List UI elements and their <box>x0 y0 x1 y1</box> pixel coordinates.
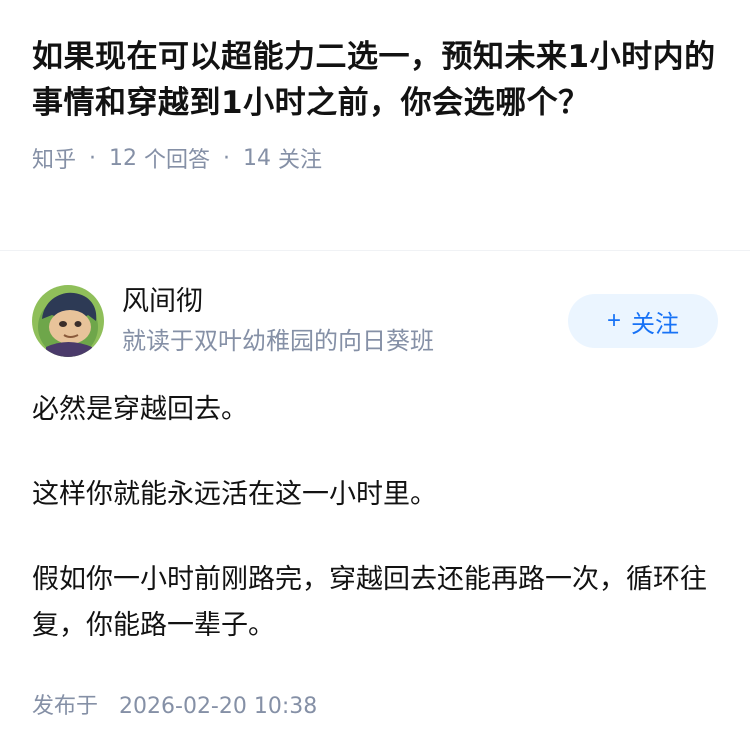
answer-paragraph: 必然是穿越回去。 <box>32 394 248 425</box>
publish-label: 发布于 <box>32 694 99 719</box>
source-label[interactable]: 知乎 <box>32 142 76 174</box>
avatar[interactable] <box>32 285 104 357</box>
meta-separator: · <box>89 145 97 171</box>
answer-card: 风间彻 就读于双叶幼稚园的向日葵班 + 关注 必然是穿越回去。 这样你就能永远活… <box>32 283 718 649</box>
publish-time: 2026-02-20 10:38 <box>119 694 318 719</box>
answer-count: 12 <box>109 145 138 171</box>
publish-info: 发布于 2026-02-20 10:38 <box>32 688 317 720</box>
question-title[interactable]: 如果现在可以超能力二选一，预知未来1小时内的事情和穿越到1小时之前，你会选哪个？ <box>32 34 722 126</box>
answer-paragraph: 假如你一小时前刚路完，穿越回去还能再路一次，循环往复，你能路一辈子。 <box>32 564 707 641</box>
author-name[interactable]: 风间彻 <box>122 284 568 320</box>
question-meta: 知乎 · 12 个回答 · 14 关注 <box>32 142 718 174</box>
meta-separator: · <box>223 145 231 171</box>
plus-icon: + <box>606 307 621 334</box>
answer-paragraph: 这样你就能永远活在这一小时里。 <box>32 479 437 510</box>
cartoon-avatar-icon <box>32 285 104 357</box>
follow-button-label: 关注 <box>631 310 679 338</box>
author-info: 风间彻 就读于双叶幼稚园的向日葵班 <box>122 284 568 358</box>
follower-count-label: 关注 <box>278 148 323 173</box>
author-row: 风间彻 就读于双叶幼稚园的向日葵班 + 关注 <box>32 283 718 359</box>
answer-count-label: 个回答 <box>144 148 211 173</box>
section-divider <box>0 250 750 251</box>
follow-button[interactable]: + 关注 <box>568 294 718 348</box>
author-bio: 就读于双叶幼稚园的向日葵班 <box>122 327 434 355</box>
follower-count: 14 <box>243 145 272 171</box>
question-header: 如果现在可以超能力二选一，预知未来1小时内的事情和穿越到1小时之前，你会选哪个？… <box>0 0 750 216</box>
page: 如果现在可以超能力二选一，预知未来1小时内的事情和穿越到1小时之前，你会选哪个？… <box>0 0 750 756</box>
answer-body[interactable]: 必然是穿越回去。 这样你就能永远活在这一小时里。 假如你一小时前刚路完，穿越回去… <box>32 387 718 649</box>
